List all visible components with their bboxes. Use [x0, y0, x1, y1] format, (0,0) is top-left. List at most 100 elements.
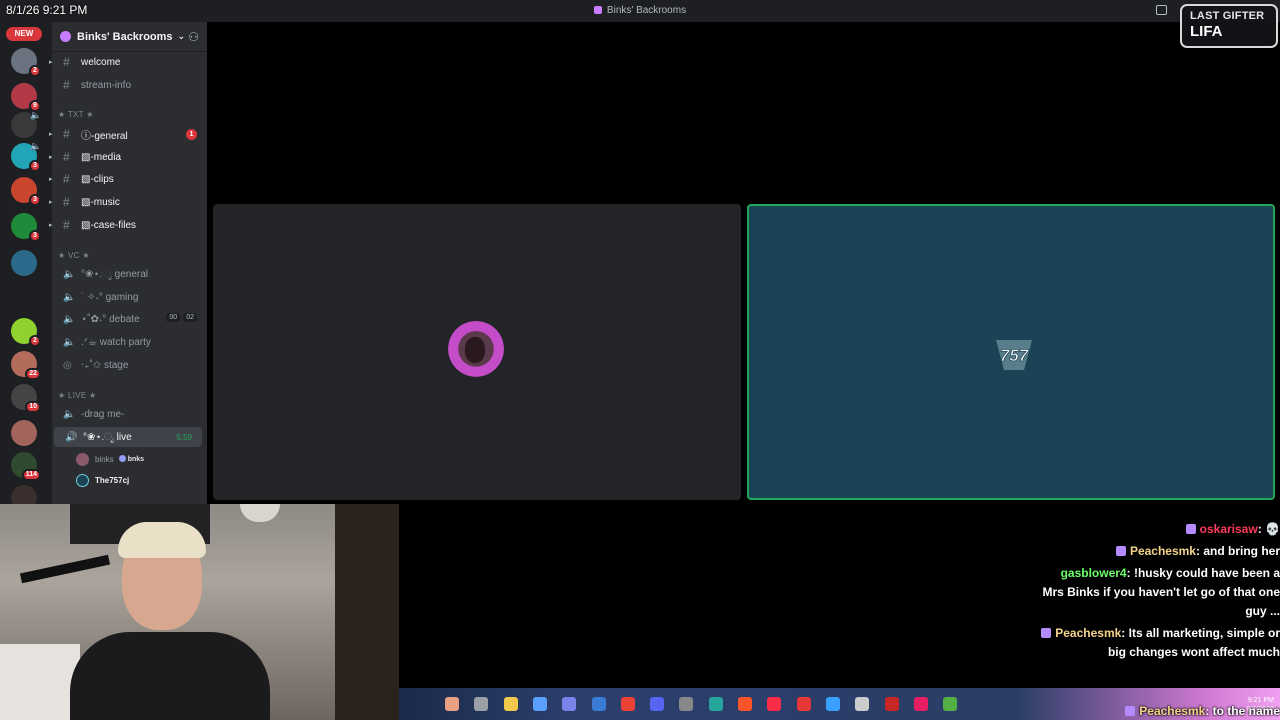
- hash-icon: #: [63, 195, 70, 209]
- server-icon[interactable]: 🔈: [11, 110, 41, 138]
- channel-label: ▧-clips: [81, 173, 114, 185]
- voice-channel-drag-me[interactable]: 🔈 -drag me-: [52, 404, 207, 424]
- ceiling-lamp: [240, 504, 280, 522]
- voice-user-name: binks: [95, 454, 114, 464]
- taskbar-app-icon[interactable]: [591, 697, 606, 711]
- video-tile-the757cj[interactable]: 757: [747, 204, 1275, 500]
- channel-general-text[interactable]: ▸ # ⓘ-general 1: [49, 124, 207, 144]
- unread-badge: 22: [25, 368, 41, 380]
- collapse-arrow-icon: ▸: [49, 131, 53, 138]
- chat-message: Peachesmk: and bring her: [1040, 542, 1280, 561]
- 757-logo-icon: 757: [996, 340, 1032, 370]
- sub-badge-icon: [1185, 524, 1196, 534]
- channel-label: °❀⋆.ೃ live: [83, 431, 132, 443]
- taskbar-app-icon[interactable]: [767, 697, 782, 711]
- server-icon[interactable]: 3: [11, 177, 41, 206]
- taskbar-app-icon[interactable]: [474, 697, 489, 711]
- taskbar-app-icon[interactable]: [562, 697, 577, 711]
- category-live[interactable]: ★ LIVE ★: [58, 391, 97, 400]
- server-icon[interactable]: 10: [11, 384, 41, 413]
- taskbar-app-icon[interactable]: [503, 697, 518, 711]
- voice-channel-general[interactable]: 🔈 °❀⋆.ೃ general: [52, 264, 207, 284]
- chat-message: Peachesmk: Its all marketing, simple or …: [1040, 624, 1280, 662]
- speaker-icon: 🔈: [63, 268, 76, 280]
- chat-username: gasblower4: [1060, 566, 1127, 580]
- hash-icon: #: [63, 55, 70, 69]
- unread-badge: 10: [25, 401, 41, 413]
- count-pill: 00: [166, 313, 181, 322]
- stage-channel[interactable]: ◎ ‧₊˚✩ stage: [52, 355, 207, 375]
- channel-label: ⓘ-general: [81, 130, 128, 142]
- voice-user-the757cj[interactable]: The757cj: [76, 471, 129, 489]
- user-tag-text: bnks: [127, 456, 145, 463]
- category-txt[interactable]: ★ TXT ★: [58, 110, 94, 119]
- hash-icon: #: [63, 78, 70, 92]
- voice-channel-gaming[interactable]: 🔈 ˙ ✧˖° gaming: [52, 287, 207, 307]
- voice-user-name: The757cj: [95, 475, 130, 485]
- server-icon[interactable]: 22: [11, 351, 41, 380]
- taskbar-app-icon[interactable]: [679, 697, 694, 711]
- server-icon[interactable]: 9: [11, 83, 41, 112]
- server-icon[interactable]: 🔈 3: [11, 141, 41, 172]
- server-icon[interactable]: 2: [11, 48, 41, 77]
- inbox-icon[interactable]: [1156, 5, 1167, 15]
- channel-label: stream-info: [81, 79, 132, 91]
- taskbar-app-icon[interactable]: [913, 697, 928, 711]
- server-icon[interactable]: 114: [11, 452, 41, 481]
- invite-icon[interactable]: ⚇: [188, 30, 199, 44]
- taskbar-app-icon[interactable]: [620, 697, 635, 711]
- user-limit-pills: 00 02: [166, 313, 197, 322]
- channel-label: ▧-music: [81, 196, 120, 208]
- channel-case-files[interactable]: ▸ # ▧-case-files: [49, 215, 207, 235]
- channel-label: ⋆˚✿˖° debate: [81, 313, 140, 325]
- voice-user-binks[interactable]: binks bnks: [76, 450, 144, 468]
- channel-label: welcome: [81, 56, 121, 68]
- channel-label: ‧₊˚✩ stage: [81, 359, 129, 371]
- new-badge[interactable]: NEW: [6, 27, 42, 41]
- taskbar-app-icon[interactable]: [445, 697, 459, 711]
- server-header[interactable]: Binks' Backrooms ⌄ ⚇: [52, 22, 207, 52]
- server-icon[interactable]: 3: [11, 213, 41, 242]
- collapse-arrow-icon: ▸: [49, 222, 53, 229]
- taskbar-app-icon[interactable]: [738, 697, 752, 711]
- channel-label: ˙ ✧˖° gaming: [81, 291, 139, 303]
- user-tag: bnks: [118, 455, 145, 463]
- server-icon[interactable]: [11, 250, 37, 276]
- limit-pill: 02: [183, 313, 197, 322]
- live-timer: 5:59: [176, 433, 192, 442]
- taskbar-app-icon[interactable]: [708, 697, 723, 711]
- chat-message: Peachesmk: to the name: [1090, 702, 1280, 720]
- window-title-text: Binks' Backrooms: [606, 5, 687, 16]
- stream-chat-overlay: oskarisaw: 💀 Peachesmk: and bring her ga…: [1040, 520, 1280, 665]
- stage-icon: ◎: [63, 359, 72, 371]
- channel-music[interactable]: ▸ # ▧-music: [49, 192, 207, 212]
- channel-media[interactable]: ▸ # ▧-media: [49, 147, 207, 167]
- unread-badge: 2: [29, 65, 41, 77]
- server-icon: [60, 31, 71, 42]
- channel-stream-info[interactable]: # stream-info: [52, 75, 207, 95]
- collapse-arrow-icon: ▸: [49, 59, 53, 66]
- voice-channel-watch-party[interactable]: 🔈 .ᐟ☕︎ watch party: [52, 332, 207, 352]
- server-icon[interactable]: 2: [11, 318, 41, 347]
- taskbar-app-icon[interactable]: [943, 697, 958, 711]
- chat-message: oskarisaw: 💀: [1040, 520, 1280, 539]
- video-tile-binks[interactable]: [213, 204, 741, 500]
- speaker-icon: 🔈: [30, 141, 42, 151]
- taskbar-app-icon[interactable]: [532, 697, 547, 711]
- speaker-icon: 🔈: [63, 313, 76, 325]
- taskbar-app-icon[interactable]: [884, 697, 899, 711]
- channel-label: ▧-media: [81, 151, 122, 163]
- taskbar-app-icon[interactable]: [796, 697, 811, 711]
- taskbar-app-icon[interactable]: [650, 697, 665, 711]
- sub-badge-icon: [1041, 628, 1052, 638]
- speaker-icon: 🔈: [30, 110, 42, 120]
- category-vc[interactable]: ★ VC ★: [58, 251, 90, 260]
- voice-channel-live[interactable]: 🔊 °❀⋆.ೃ live 5:59: [54, 427, 202, 447]
- channel-clips[interactable]: ▸ # ▧-clips: [49, 169, 207, 189]
- unread-badge: 3: [29, 160, 41, 172]
- server-icon[interactable]: [11, 420, 37, 446]
- taskbar-app-icon[interactable]: [855, 697, 870, 711]
- taskbar-app-icon[interactable]: [825, 697, 840, 711]
- voice-channel-debate[interactable]: 🔈 ⋆˚✿˖° debate 00 02: [52, 309, 207, 329]
- channel-welcome[interactable]: ▸ # welcome: [49, 52, 207, 72]
